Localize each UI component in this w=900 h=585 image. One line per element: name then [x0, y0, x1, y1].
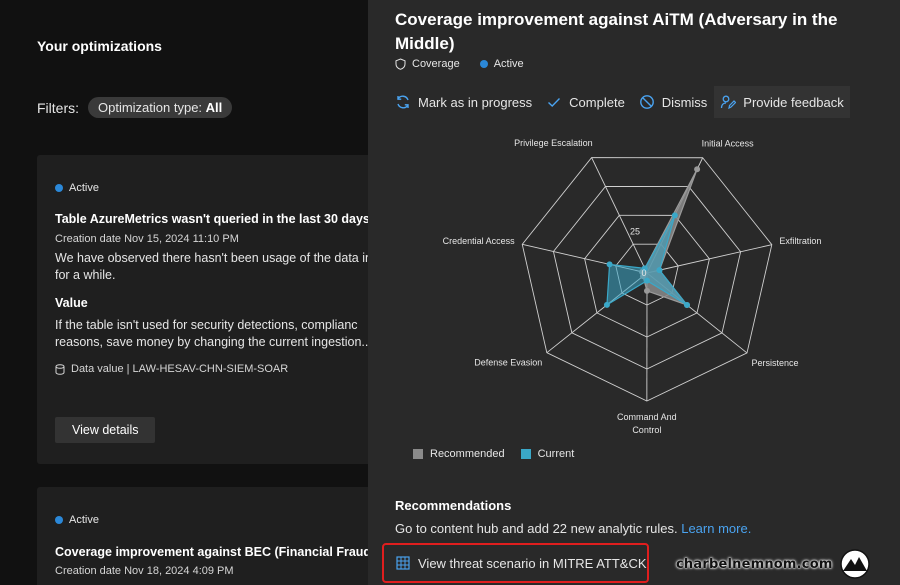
radar-axis-label: Privilege Escalation [514, 138, 593, 148]
filters-bar: Filters: Optimization type: All [37, 97, 233, 118]
checkmark-icon [548, 98, 561, 107]
radar-point-current [643, 277, 650, 284]
panel-meta: Coverage Active [395, 58, 524, 70]
watermark-text: charbelnemnom.com [676, 556, 833, 572]
legend-item-recommended[interactable]: Recommended [413, 448, 505, 460]
value-description: If the table isn't used for security det… [55, 317, 368, 351]
provide-feedback-button[interactable]: Provide feedback [714, 86, 850, 118]
data-value: Data value | LAW-HESAV-CHN-SIEM-SOAR [55, 363, 288, 375]
dismiss-label: Dismiss [661, 94, 708, 110]
legend-label-current: Current [537, 448, 575, 460]
active-dot-icon [479, 60, 488, 68]
panel-title: Coverage improvement against AiTM (Adver… [395, 10, 838, 53]
optimization-card[interactable]: Active Table AzureMetrics wasn't queried… [37, 155, 368, 464]
radar-point-current [603, 301, 610, 308]
status-text: Active [69, 514, 99, 526]
radar-tick-label: 25 [630, 227, 640, 237]
value-line: If the table isn't used for security det… [55, 318, 358, 332]
status-text: Active [69, 182, 99, 194]
radar-axis-label: Exfiltration [779, 236, 821, 246]
grid-table-icon [396, 556, 410, 570]
data-value-text: Data value | LAW-HESAV-CHN-SIEM-SOAR [71, 363, 289, 375]
filters-label: Filters: [37, 99, 79, 116]
legend-swatch-recommended [413, 449, 423, 459]
radar-point-current [683, 301, 690, 308]
radar-axis-label: Defense Evasion [474, 358, 542, 368]
dismiss-button[interactable]: Dismiss [632, 86, 715, 118]
coverage-radar-chart: 0 25 Initial Access Exfiltration Persistence… [443, 138, 822, 435]
radar-axis-label: Command And [617, 412, 677, 422]
page-title: Your optimizations [37, 38, 162, 54]
radar-axis-label: Persistence [751, 358, 798, 368]
complete-button[interactable]: Complete [539, 86, 632, 118]
status-text: Active [493, 58, 524, 70]
learn-more-link[interactable]: Learn more. [681, 521, 751, 536]
filter-optimization-type[interactable]: Optimization type: All [88, 97, 233, 118]
card-description: We have observed there hasn't been usage… [55, 250, 368, 284]
mark-in-progress-label: Mark as in progress [418, 94, 533, 110]
card-title: Table AzureMetrics wasn't queried in the… [55, 212, 368, 226]
active-dot-icon [55, 516, 63, 524]
watermark: charbelnemnom.com [676, 549, 873, 579]
card-date: Creation date Nov 15, 2024 11:10 PM [55, 233, 239, 245]
filter-pill-prefix: Optimization type: [98, 100, 203, 115]
radar-axis-label: Credential Access [443, 236, 516, 246]
status-badge: Active [55, 182, 99, 194]
recommendation-sentence: Go to content hub and add 22 new analyti… [395, 521, 678, 536]
view-mitre-scenario-button[interactable]: View threat scenario in MITRE ATT&CK [382, 543, 649, 583]
active-dot-icon [55, 184, 63, 192]
radar-axis-label: Control [632, 425, 661, 435]
legend-item-current[interactable]: Current [520, 448, 575, 460]
radar-point-current [656, 267, 663, 274]
action-toolbar: Mark as in progress Complete Dismiss Pro… [395, 86, 850, 118]
mitre-button-label: View threat scenario in MITRE ATT&CK [418, 555, 647, 571]
desc-line: We have observed there hasn't been usage… [55, 251, 368, 265]
radar-axis-label: Initial Access [702, 138, 755, 148]
optimization-card[interactable]: Active Coverage improvement against BEC … [37, 487, 368, 585]
radar-point-recommended [643, 287, 650, 294]
legend-swatch-current [520, 449, 531, 459]
block-icon [639, 95, 654, 109]
recommendations-text: Go to content hub and add 22 new analyti… [395, 521, 751, 536]
value-line: reasons, save money by changing the curr… [55, 335, 368, 349]
provide-feedback-label: Provide feedback [743, 94, 844, 110]
recommendations-heading: Recommendations [395, 498, 512, 513]
coverage-tag: Coverage [412, 58, 460, 70]
legend-label-recommended: Recommended [430, 448, 505, 460]
status-badge: Active [55, 514, 99, 526]
watermark-logo-icon [839, 549, 870, 579]
chart-legend: Recommended Current [413, 448, 574, 460]
feedback-person-icon [721, 95, 737, 110]
card-date: Creation date Nov 18, 2024 4:09 PM [55, 565, 234, 577]
radar-tick-label: 0 [641, 268, 646, 278]
filter-pill-value: All [205, 100, 223, 115]
mark-in-progress-button[interactable]: Mark as in progress [395, 86, 539, 118]
shield-icon [395, 58, 406, 70]
view-details-button[interactable]: View details [55, 417, 156, 443]
optimizations-list-pane: Your optimizations Filters: Optimization… [0, 0, 368, 585]
complete-label: Complete [569, 94, 625, 110]
radar-point-current [671, 212, 678, 219]
radar-point-recommended [694, 166, 701, 173]
database-icon [55, 363, 65, 375]
desc-line: for a while. [55, 268, 116, 282]
value-heading: Value [55, 296, 88, 310]
sync-icon [397, 95, 409, 109]
card-title: Coverage improvement against BEC (Financ… [55, 545, 368, 559]
radar-point-current [606, 261, 613, 268]
